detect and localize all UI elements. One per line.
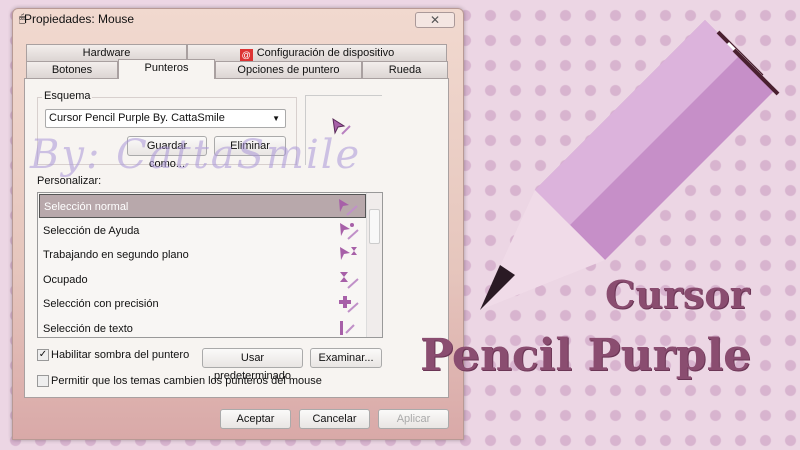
list-item[interactable]: Selección con precisión [39, 292, 366, 316]
cancel-button[interactable]: Cancelar [299, 409, 370, 429]
scheme-label: Esquema [42, 90, 93, 102]
cursor-list[interactable]: Selección normal Selección de Ayuda Trab… [37, 192, 383, 338]
list-item[interactable]: Ocupado [39, 268, 366, 292]
apply-button[interactable]: Aplicar [378, 409, 449, 429]
arrow-cursor-icon [339, 199, 358, 216]
watermark-text: By: CattaSmile [30, 132, 362, 178]
customize-label: Personalizar: [37, 175, 102, 187]
shadow-checkbox[interactable]: ✓ [37, 349, 49, 361]
list-item[interactable]: Selección de Ayuda [39, 219, 366, 243]
tab-pointers[interactable]: Punteros [118, 59, 215, 79]
shadow-label: Habilitar sombra del puntero [51, 349, 190, 361]
themes-label: Permitir que los temas cambien los punte… [51, 375, 322, 387]
text-cursor-icon [340, 321, 355, 335]
browse-button[interactable]: Examinar... [310, 348, 382, 368]
banner-line2: Pencil Purple [420, 330, 752, 381]
use-default-button[interactable]: Usar predeterminado [202, 348, 303, 382]
banner-line1: Cursor [605, 272, 750, 317]
precision-cursor-icon [339, 296, 359, 313]
device-icon: @ [239, 49, 253, 61]
list-scrollbar[interactable] [366, 193, 382, 337]
tab-wheel[interactable]: Rueda [362, 61, 448, 78]
list-item[interactable]: Trabajando en segundo plano [39, 243, 366, 267]
busy-cursor-icon [340, 272, 359, 289]
chevron-down-icon: ▼ [272, 114, 280, 123]
list-item[interactable]: Selección normal [39, 194, 366, 218]
themes-checkbox[interactable] [37, 375, 49, 387]
window-title: Propiedades: Mouse [24, 12, 135, 26]
close-button[interactable]: ✕ [415, 12, 455, 28]
help-cursor-icon [340, 223, 359, 240]
pencil-illustration [480, 20, 780, 310]
tab-device-settings[interactable]: @ Configuración de dispositivo [187, 44, 447, 61]
scheme-select[interactable]: Cursor Pencil Purple By. CattaSmile ▼ [45, 109, 286, 128]
tab-buttons[interactable]: Botones [26, 61, 118, 78]
list-item[interactable]: Selección de texto [39, 317, 366, 337]
tab-pointer-options[interactable]: Opciones de puntero [215, 61, 362, 78]
scroll-thumb[interactable] [369, 209, 380, 244]
working-cursor-icon [340, 247, 357, 260]
ok-button[interactable]: Aceptar [220, 409, 291, 429]
